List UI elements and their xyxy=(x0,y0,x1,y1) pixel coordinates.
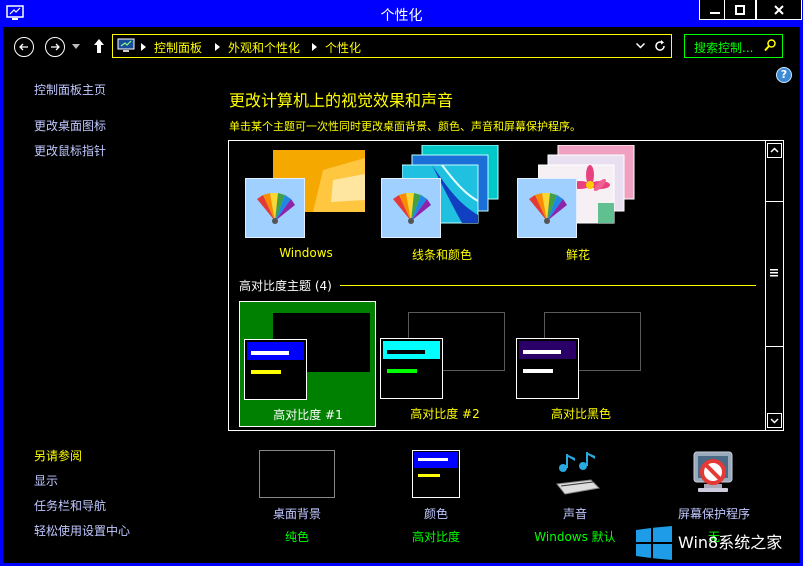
close-button[interactable] xyxy=(756,0,802,20)
sidebar-link-control-panel-home[interactable]: 控制面板主页 xyxy=(34,81,106,98)
window-title: 个性化 xyxy=(380,8,423,24)
search-icon[interactable] xyxy=(764,39,776,52)
breadcrumb-separator xyxy=(215,43,220,51)
see-also-heading: 另请参阅 xyxy=(34,449,83,463)
recent-pages-dropdown-icon[interactable] xyxy=(72,44,80,50)
setting-label: 颜色 xyxy=(423,507,448,521)
scrollbar[interactable] xyxy=(765,141,783,430)
search-placeholder: 搜索控制... xyxy=(694,41,754,55)
setting-label: 声音 xyxy=(562,507,587,521)
grip-icon xyxy=(770,269,778,277)
title-bar: 个性化 xyxy=(0,0,803,27)
maximize-icon xyxy=(735,4,745,15)
theme-color-tile xyxy=(517,178,577,238)
color-palette-icon xyxy=(393,193,431,224)
group-divider xyxy=(340,285,756,286)
preview-text-bar xyxy=(387,350,425,354)
help-icon[interactable]: ? xyxy=(776,67,792,83)
site-watermark: Win8系统之家 xyxy=(634,520,802,566)
setting-label: 桌面背景 xyxy=(272,507,321,521)
see-also-link-ease-of-access[interactable]: 轻松使用设置中心 xyxy=(34,522,130,539)
watermark-text: Win8系统之家 xyxy=(678,533,783,552)
search-input[interactable]: 搜索控制... xyxy=(684,34,783,58)
breadcrumb-separator xyxy=(141,43,146,51)
theme-color-tile xyxy=(381,178,441,238)
scroll-thumb[interactable] xyxy=(766,201,783,347)
theme-name: Windows xyxy=(279,246,333,260)
preview-text-bar xyxy=(523,350,561,354)
refresh-icon[interactable] xyxy=(654,40,666,52)
color-palette-icon xyxy=(257,193,295,224)
preview-text-bar xyxy=(251,351,289,355)
color-palette-icon xyxy=(529,193,567,224)
scroll-up-button[interactable] xyxy=(767,143,782,158)
sidebar-link-change-mouse-pointers[interactable]: 更改鼠标指针 xyxy=(34,142,106,159)
see-also-link-taskbar[interactable]: 任务栏和导航 xyxy=(34,497,106,514)
setting-value: 高对比度 xyxy=(411,530,460,544)
chevron-down-icon[interactable] xyxy=(636,43,645,49)
preview-link-bar xyxy=(251,370,281,374)
back-arrow-icon xyxy=(19,43,28,51)
see-also-link-display[interactable]: 显示 xyxy=(34,472,58,489)
preview-link-bar xyxy=(523,369,553,373)
theme-color-tile xyxy=(245,178,305,238)
chevron-up-icon xyxy=(770,147,779,153)
breadcrumb-control-panel[interactable]: 控制面板 xyxy=(154,39,202,56)
minimize-icon xyxy=(710,11,720,14)
screensaver-icon xyxy=(693,451,733,492)
close-icon xyxy=(774,4,784,15)
theme-name: 高对比度 #1 xyxy=(273,408,343,422)
breadcrumb-separator xyxy=(312,43,317,51)
sound-icon xyxy=(556,452,601,495)
chevron-down-icon xyxy=(770,418,779,424)
breadcrumb-personalization[interactable]: 个性化 xyxy=(325,39,361,56)
windows-logo-icon xyxy=(636,526,672,560)
color-icon xyxy=(412,450,460,498)
theme-high-contrast-1[interactable]: 高对比度 #1 xyxy=(239,301,376,427)
window-border xyxy=(0,27,3,566)
back-button[interactable] xyxy=(14,37,34,57)
forward-button[interactable] xyxy=(45,37,65,57)
preview-link-bar xyxy=(387,369,417,373)
scroll-down-button[interactable] xyxy=(767,413,782,428)
page-description: 单击某个主题可一次性同时更改桌面背景、颜色、声音和屏幕保护程序。 xyxy=(229,120,581,133)
theme-name: 高对比黑色 xyxy=(550,407,611,421)
page-title: 更改计算机上的视觉效果和声音 xyxy=(229,91,454,110)
desktop-background-icon xyxy=(259,450,335,498)
address-bar[interactable]: 控制面板 外观和个性化 个性化 xyxy=(112,34,672,58)
high-contrast-group-label: 高对比度主题 (4) xyxy=(239,279,332,293)
setting-value: Windows 默认 xyxy=(534,530,616,544)
control-panel-icon xyxy=(117,38,135,52)
theme-name: 高对比度 #2 xyxy=(410,407,480,421)
forward-arrow-icon xyxy=(51,43,60,51)
theme-preview-window xyxy=(516,338,579,399)
theme-preview-window xyxy=(380,338,443,399)
setting-value: 纯色 xyxy=(284,530,309,544)
sidebar-link-change-desktop-icons[interactable]: 更改桌面图标 xyxy=(34,117,106,134)
theme-preview-window xyxy=(244,339,307,400)
up-arrow-icon[interactable] xyxy=(93,38,105,54)
theme-name: 鲜花 xyxy=(565,248,590,262)
breadcrumb-appearance[interactable]: 外观和个性化 xyxy=(228,39,300,56)
theme-name: 线条和颜色 xyxy=(411,248,472,262)
maximize-button[interactable] xyxy=(724,0,756,20)
